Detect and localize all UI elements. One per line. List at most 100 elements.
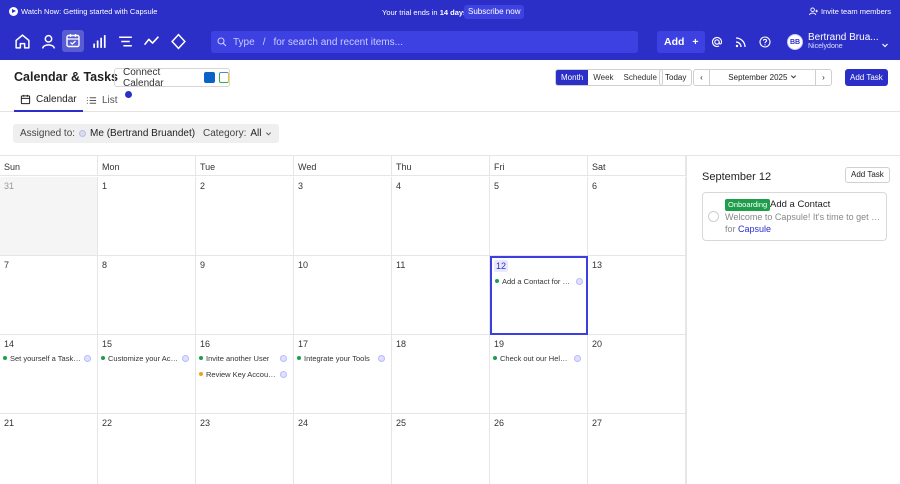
tab-list[interactable]: List — [86, 88, 118, 112]
task-status-dot — [3, 356, 7, 360]
reports-icon[interactable] — [143, 33, 160, 50]
calendar-day-cell[interactable]: 20 — [588, 335, 686, 414]
calendar-task-event[interactable]: Set yourself a Task to… — [3, 352, 91, 364]
add-task-button[interactable]: Add Task — [845, 69, 888, 86]
today-button[interactable]: Today — [659, 69, 693, 86]
view-week-button[interactable]: Week — [588, 70, 618, 85]
category-filter[interactable]: Category: All — [196, 124, 280, 143]
invite-team-button[interactable]: Invite team members — [808, 7, 891, 16]
assigned-to-filter[interactable]: Assigned to: Me (Bertrand Bruandet) — [13, 124, 214, 143]
calendar-day-cell[interactable]: 18 — [392, 335, 490, 414]
calendar-task-event[interactable]: Customize your Account — [101, 352, 189, 364]
mentions-icon[interactable] — [711, 36, 723, 48]
calendar-day-cell[interactable]: 23 — [196, 414, 294, 484]
user-name[interactable]: Bertrand Brua... — [808, 32, 879, 43]
task-event-label: Invite another User — [206, 353, 270, 363]
calendar-day-cell[interactable]: 21 — [0, 414, 98, 484]
subscribe-button[interactable]: Subscribe now — [464, 5, 525, 19]
search-input[interactable]: for search and recent items... — [273, 37, 403, 48]
calendar-tasks-icon[interactable] — [62, 30, 84, 52]
outlook-icon — [204, 72, 215, 83]
projects-icon[interactable] — [117, 33, 134, 50]
tab-calendar[interactable]: Calendar — [14, 88, 83, 112]
day-number: 27 — [592, 418, 603, 428]
day-number: 24 — [298, 418, 309, 428]
calendar-day-cell[interactable]: 25 — [392, 414, 490, 484]
home-icon[interactable] — [14, 33, 31, 50]
calendar-day-cell[interactable]: 3 — [294, 177, 392, 256]
day-number: 9 — [200, 260, 206, 270]
calendar-day-cell[interactable]: 16 Invite another User Review Key Account… — [196, 335, 294, 414]
connect-calendar-button[interactable]: Connect Calendar — [114, 67, 230, 89]
month-selector[interactable]: September 2025 — [710, 70, 815, 85]
calendar-day-cell[interactable]: 22 — [98, 414, 196, 484]
chevron-down-icon[interactable] — [881, 38, 889, 48]
calendar-task-event[interactable]: Add a Contact for Capsule — [495, 275, 583, 287]
calendar-day-cell[interactable]: 13 — [588, 256, 686, 335]
calendar-task-event[interactable]: Check out our Help Centre — [493, 352, 581, 364]
task-complete-checkbox[interactable] — [708, 211, 719, 222]
task-related-link[interactable]: Capsule — [738, 224, 771, 234]
calendar-day-cell[interactable]: 10 — [294, 256, 392, 335]
task-event-label: Customize your Account — [108, 353, 179, 363]
calendar-day-cell[interactable]: 6 — [588, 177, 686, 256]
pipeline-icon[interactable] — [92, 33, 109, 50]
help-icon[interactable] — [759, 36, 771, 48]
calendar-day-cell[interactable]: 27 — [588, 414, 686, 484]
day-number: 26 — [494, 418, 505, 428]
task-status-dot — [101, 356, 105, 360]
calendar-day-cell[interactable]: 15 Customize your Account — [98, 335, 196, 414]
plus-icon: + — [692, 36, 699, 48]
invite-team-label: Invite team members — [820, 7, 891, 16]
calendar-day-cell[interactable]: 11 — [392, 256, 490, 335]
calendar-day-cell[interactable]: 12 Add a Contact for Capsule — [490, 256, 588, 335]
calendar-day-cell[interactable]: 19 Check out our Help Centre — [490, 335, 588, 414]
watch-now-link[interactable]: Watch Now: Getting started with Capsule — [9, 7, 157, 16]
global-search[interactable]: Type / for search and recent items... — [211, 31, 638, 53]
task-event-label: Integrate your Tools — [304, 353, 370, 363]
task-event-label: Set yourself a Task to… — [10, 353, 81, 363]
calendar-day-cell[interactable]: 4 — [392, 177, 490, 256]
calendar-task-event[interactable]: Invite another User — [199, 352, 287, 364]
day-number: 31 — [4, 181, 15, 191]
task-event-label: Add a Contact for Capsule — [502, 276, 573, 286]
task-title[interactable]: Add a Contact — [770, 199, 830, 210]
calendar-day-cell[interactable]: 7 — [0, 256, 98, 335]
calendar-task-event[interactable]: Review Key Account… — [199, 368, 287, 380]
calendar-day-cell[interactable]: 2 — [196, 177, 294, 256]
assignee-avatar — [84, 354, 91, 362]
day-number: 17 — [298, 339, 309, 349]
calendar-day-cell[interactable]: 26 — [490, 414, 588, 484]
list-icon — [86, 96, 97, 104]
weekday-header: Sat — [588, 155, 686, 176]
day-number: 1 — [102, 181, 108, 191]
view-month-button[interactable]: Month — [556, 70, 589, 85]
calendar-day-cell[interactable]: 1 — [98, 177, 196, 256]
task-status-dot — [199, 356, 203, 360]
new-feature-dot — [125, 91, 132, 98]
calendar-day-cell[interactable]: 8 — [98, 256, 196, 335]
calendar-task-event[interactable]: Integrate your Tools — [297, 352, 385, 364]
task-event-label: Review Key Account… — [206, 369, 277, 379]
task-related-to: for Capsule — [725, 224, 772, 234]
day-number: 19 — [494, 339, 505, 349]
add-menu-button[interactable]: Add + — [657, 31, 706, 53]
search-type-hint: Type — [233, 36, 255, 48]
workflow-icon[interactable] — [170, 33, 187, 50]
calendar-day-cell[interactable]: 24 — [294, 414, 392, 484]
activity-feed-icon[interactable] — [735, 36, 747, 48]
calendar-day-cell[interactable]: 31 — [0, 177, 98, 256]
view-schedule-button[interactable]: Schedule — [619, 70, 662, 85]
panel-add-task-button[interactable]: Add Task — [845, 167, 890, 183]
day-number: 2 — [200, 181, 206, 191]
user-company: Nicelydone — [808, 43, 843, 50]
next-month-button[interactable]: › — [815, 70, 831, 85]
task-card[interactable]: Onboarding Add a Contact Welcome to Caps… — [702, 192, 887, 241]
previous-month-button[interactable]: ‹ — [694, 70, 710, 85]
contacts-icon[interactable] — [40, 33, 57, 50]
calendar-day-cell[interactable]: 17 Integrate your Tools — [294, 335, 392, 414]
user-avatar[interactable]: BB — [787, 34, 803, 50]
calendar-day-cell[interactable]: 5 — [490, 177, 588, 256]
calendar-day-cell[interactable]: 9 — [196, 256, 294, 335]
calendar-day-cell[interactable]: 14 Set yourself a Task to… — [0, 335, 98, 414]
